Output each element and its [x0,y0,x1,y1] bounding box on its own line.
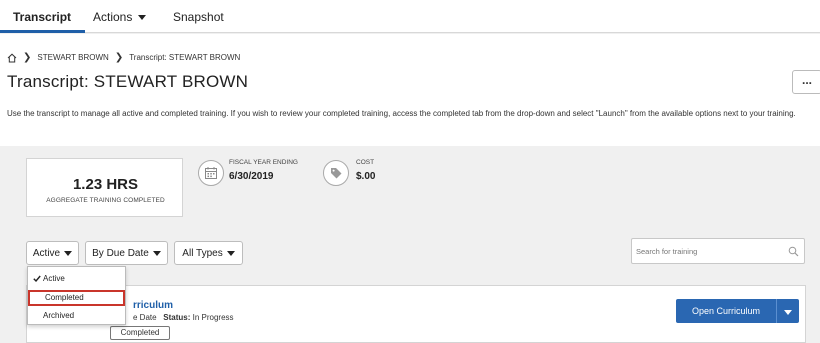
chevron-down-icon [64,250,73,256]
fiscal-year-value: 6/30/2019 [229,171,274,182]
tag-icon [323,160,349,186]
dropdown-option-label: Active [43,274,65,283]
search-icon[interactable] [788,246,799,257]
page-description: Use the transcript to manage all active … [7,109,796,118]
status-filter-dropdown[interactable]: Active [26,241,79,265]
check-icon [33,275,41,282]
chevron-down-icon [152,250,161,256]
calendar-icon [198,160,224,186]
chevron-down-icon [784,309,792,315]
type-filter-dropdown[interactable]: All Types [174,241,243,265]
training-due-date-label: e Date [133,313,157,322]
open-options-button[interactable] [776,299,799,323]
status-label: Status: [163,313,191,322]
chevron-down-icon [226,250,235,256]
active-tab-indicator [0,30,85,33]
type-filter-label: All Types [182,247,223,259]
status-value: In Progress [192,313,234,322]
page-title: Transcript: STEWART BROWN [7,72,249,91]
training-title[interactable]: rriculum [133,300,173,311]
tab-transcript[interactable]: Transcript [13,10,71,24]
breadcrumb: ❯ STEWART BROWN ❯ Transcript: STEWART BR… [7,52,240,63]
status-dropdown-menu: Active Completed Archived [27,266,126,325]
cost-value: $.00 [356,171,376,182]
tab-actions[interactable]: Actions [93,10,147,24]
dropdown-option-label: Completed [45,293,84,302]
sort-label: By Due Date [92,247,149,259]
training-meta: e Date Status: In Progress [133,313,234,322]
tab-actions-label: Actions [93,10,133,24]
page-header: ❯ STEWART BROWN ❯ Transcript: STEWART BR… [0,34,820,146]
more-options-button[interactable]: ... [792,70,820,94]
completed-tooltip: Completed [110,326,170,340]
breadcrumb-current: Transcript: STEWART BROWN [129,53,241,62]
cost-label: COST [356,159,375,166]
open-curriculum-button[interactable]: Open Curriculum [676,299,776,323]
aggregate-hours: 1.23 HRS [72,176,139,193]
tab-snapshot[interactable]: Snapshot [173,10,224,24]
search-box [631,238,805,264]
dropdown-option-label: Archived [43,311,75,320]
breadcrumb-separator-icon: ❯ [114,52,124,63]
status-filter-label: Active [32,247,61,259]
breadcrumb-user[interactable]: STEWART BROWN [37,53,108,62]
aggregate-label: AGGREGATE TRAINING COMPLETED [46,197,165,204]
dropdown-option-completed[interactable]: Completed [28,290,125,306]
breadcrumb-separator-icon: ❯ [23,52,32,63]
dropdown-option-archived[interactable]: Archived [28,308,125,324]
sort-dropdown[interactable]: By Due Date [85,241,168,265]
training-row: rriculum e Date Status: In Progress Comp… [26,285,806,343]
home-icon[interactable] [7,53,17,63]
aggregate-training-card: 1.23 HRS AGGREGATE TRAINING COMPLETED [26,158,183,217]
fiscal-year-label: FISCAL YEAR ENDING [229,159,298,166]
search-input[interactable] [636,244,781,258]
dropdown-option-active[interactable]: Active [28,271,125,287]
top-nav: Transcript Actions Snapshot [0,0,820,33]
chevron-down-icon [138,15,147,21]
